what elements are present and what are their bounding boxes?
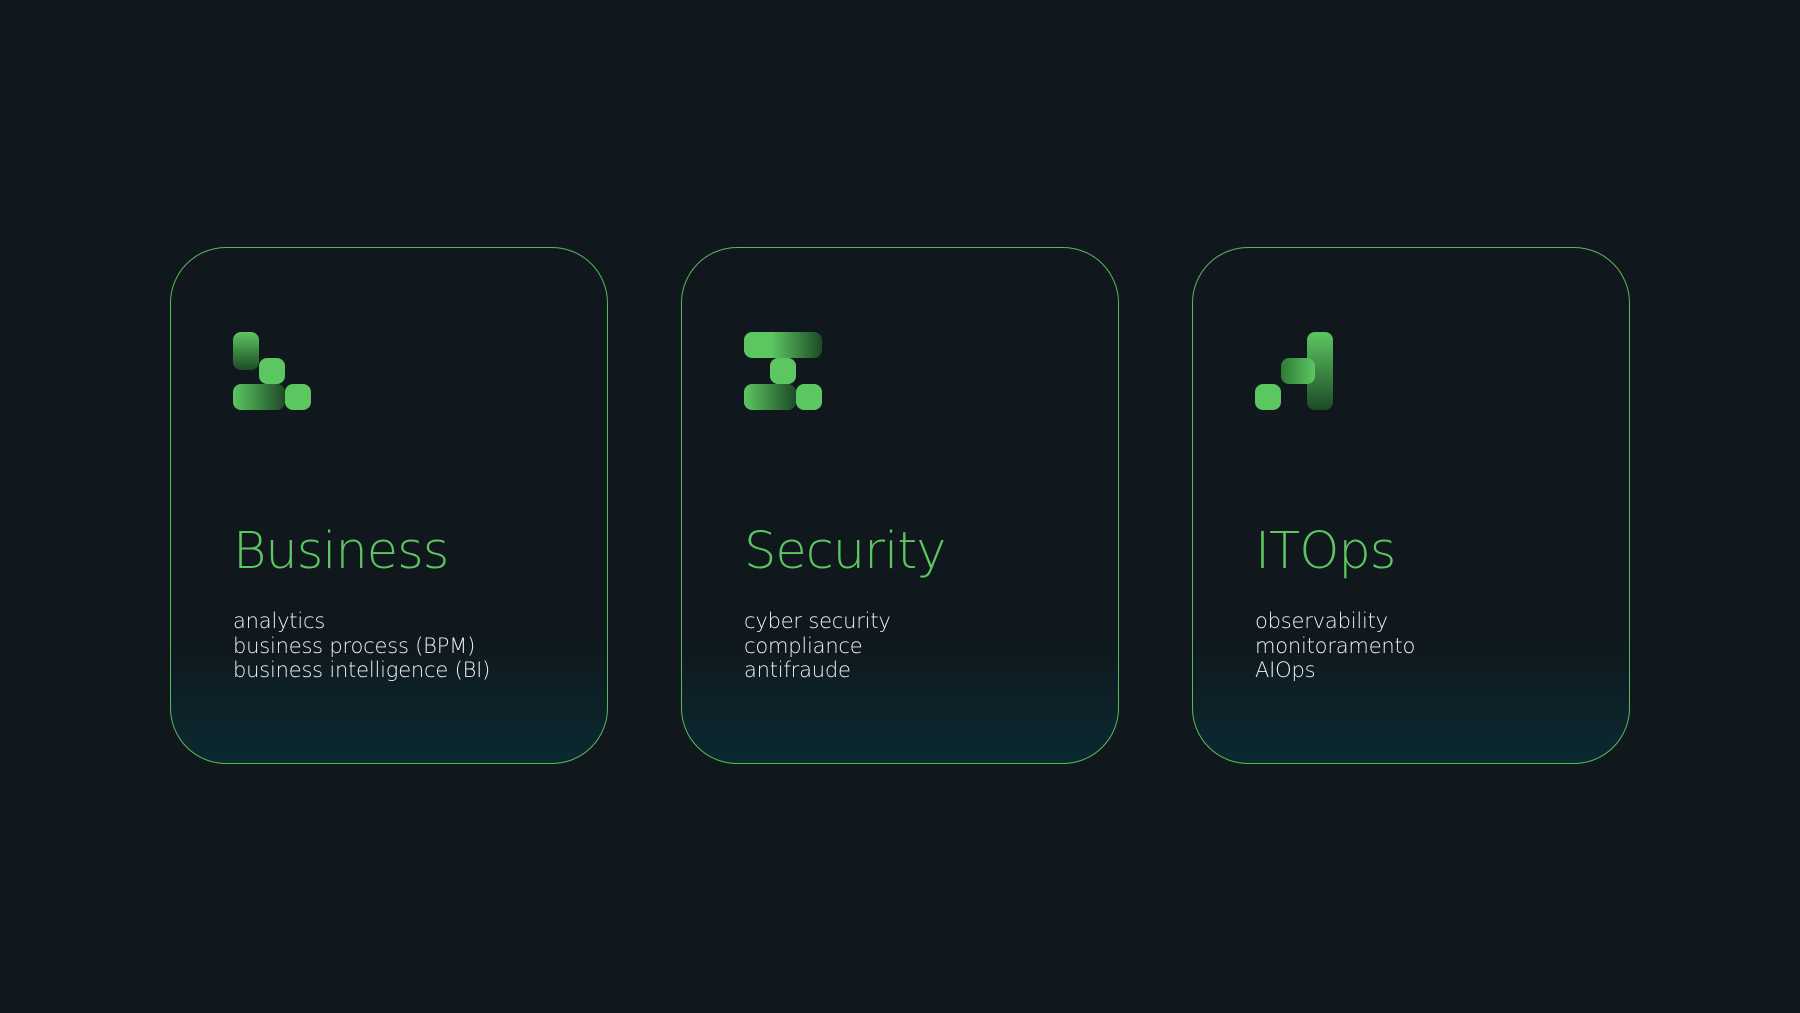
- security-z-icon: [744, 332, 822, 410]
- list-item: observability: [1255, 609, 1388, 633]
- card-itops: ITOps observability monitoramento AIOps: [1192, 247, 1630, 764]
- card-item-list: cyber security compliance antifraude: [744, 609, 891, 683]
- list-item: analytics: [233, 609, 326, 633]
- list-item: AIOps: [1255, 658, 1316, 682]
- card-title: Business: [233, 522, 449, 581]
- card-title: ITOps: [1255, 522, 1396, 581]
- slide: Business analytics business process (BPM…: [0, 0, 1800, 1013]
- list-item: business intelligence (BI): [233, 658, 491, 682]
- card-title: Security: [744, 522, 946, 581]
- card-item-list: analytics business process (BPM) busines…: [233, 609, 490, 683]
- list-item: business process (BPM): [233, 633, 476, 658]
- list-item: cyber security: [744, 609, 891, 633]
- list-item: monitoramento: [1255, 633, 1416, 658]
- itops-rising-icon: [1255, 332, 1333, 410]
- list-item: compliance: [744, 633, 863, 658]
- list-item: antifraude: [744, 658, 851, 682]
- card-business: Business analytics business process (BPM…: [170, 247, 608, 764]
- card-security: Security cyber security compliance antif…: [681, 247, 1119, 764]
- business-stairs-icon: [233, 332, 311, 410]
- card-item-list: observability monitoramento AIOps: [1255, 609, 1415, 683]
